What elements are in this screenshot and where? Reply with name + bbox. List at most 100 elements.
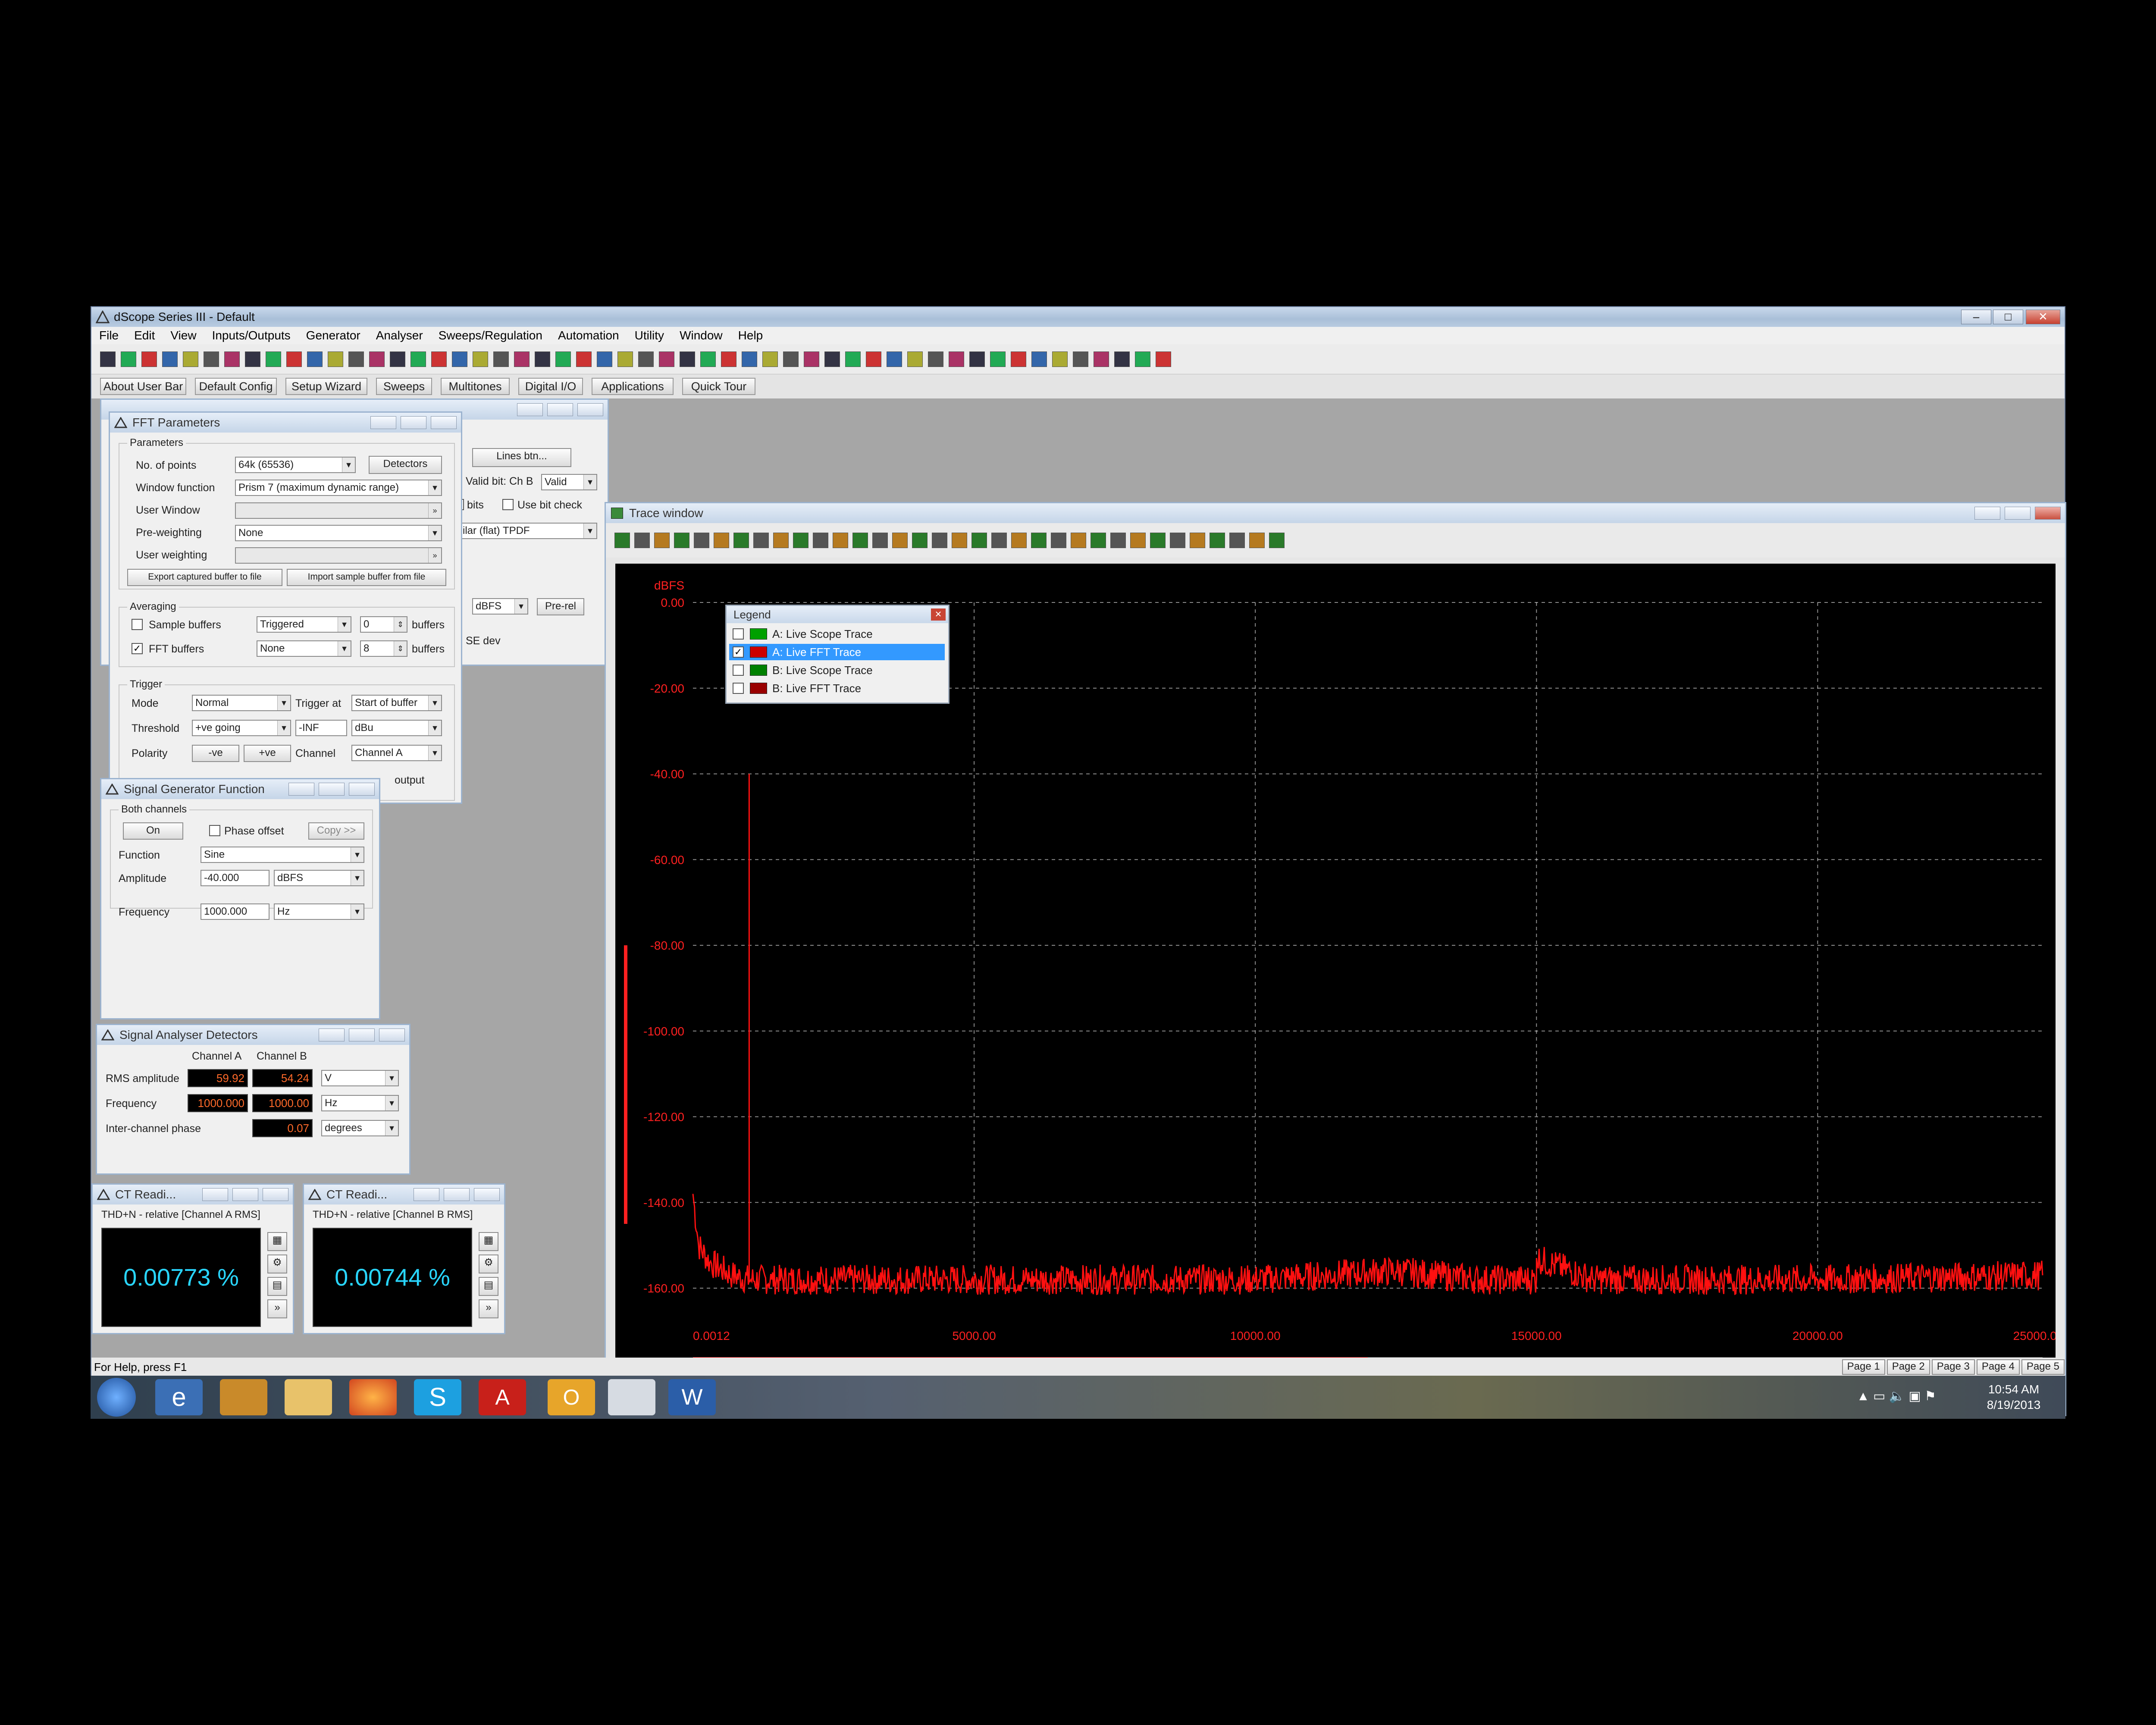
menu-window[interactable]: Window — [672, 327, 730, 344]
toolbar-tool-icon[interactable] — [266, 351, 281, 367]
trace-tool-icon[interactable] — [753, 533, 769, 548]
trace-tool-icon[interactable] — [1150, 533, 1166, 548]
trace-tool-icon[interactable] — [1249, 533, 1265, 548]
toolbar-tool-icon[interactable] — [617, 351, 633, 367]
sample-count-stepper[interactable]: 0 ⇕ — [360, 616, 407, 633]
toolbar-tool-icon[interactable] — [804, 351, 819, 367]
readout-graph-icon[interactable]: ▦ — [479, 1232, 498, 1251]
toolbar-tool-icon[interactable] — [245, 351, 260, 367]
readout-log-icon[interactable]: ▤ — [267, 1277, 287, 1296]
dither-select[interactable]: ilar (flat) TPDF ▼ — [459, 523, 597, 539]
trace-tool-icon[interactable] — [971, 533, 987, 548]
start-button[interactable] — [97, 1378, 136, 1417]
menu-view[interactable]: View — [163, 327, 204, 344]
trace-tool-icon[interactable] — [1091, 533, 1106, 548]
toolbar-tool-icon[interactable] — [762, 351, 778, 367]
close-button[interactable] — [2035, 507, 2061, 520]
toolbar-tool-icon[interactable] — [1135, 351, 1150, 367]
multitones-button[interactable]: Multitones — [441, 378, 510, 395]
clock[interactable]: 10:54 AM 8/19/2013 — [1971, 1382, 2057, 1413]
trace-tool-icon[interactable] — [1190, 533, 1205, 548]
trace-tool-icon[interactable] — [932, 533, 947, 548]
legend-row[interactable]: ✓ A: Live FFT Trace — [729, 644, 945, 660]
phase-offset-checkbox[interactable] — [209, 825, 220, 836]
rms-unit-select[interactable]: V ▼ — [321, 1070, 399, 1086]
trace-tool-icon[interactable] — [1110, 533, 1126, 548]
no-points-select[interactable]: 64k (65536) ▼ — [235, 457, 356, 473]
user-window-field[interactable]: » — [235, 502, 442, 519]
trace-tool-icon[interactable] — [634, 533, 650, 548]
toolbar-tool-icon[interactable] — [162, 351, 178, 367]
trigger-channel-select[interactable]: Channel A ▼ — [351, 745, 442, 761]
toolbar-tool-icon[interactable] — [949, 351, 964, 367]
window-function-select[interactable]: Prism 7 (maximum dynamic range) ▼ — [235, 480, 442, 496]
toolbar-tool-icon[interactable] — [638, 351, 654, 367]
maximize-button[interactable] — [401, 416, 426, 429]
detectors-button[interactable]: Detectors — [369, 456, 442, 474]
toolbar-tool-icon[interactable] — [1031, 351, 1047, 367]
about-user-bar-button[interactable]: About User Bar — [100, 378, 186, 395]
toolbar-tool-icon[interactable] — [1156, 351, 1171, 367]
use-bit-check-checkbox[interactable] — [502, 499, 514, 510]
legend-row[interactable]: A: Live Scope Trace — [729, 626, 945, 642]
trace-tool-icon[interactable] — [694, 533, 709, 548]
close-button[interactable] — [577, 403, 603, 416]
amplitude-unit-select[interactable]: dBFS ▼ — [274, 870, 364, 886]
maximize-button[interactable] — [349, 1029, 375, 1041]
outlook-icon[interactable]: O — [548, 1379, 595, 1415]
dbfs-select[interactable]: dBFS ▼ — [472, 598, 528, 615]
menu-edit[interactable]: Edit — [126, 327, 163, 344]
menu-sweeps[interactable]: Sweeps/Regulation — [431, 327, 550, 344]
minimize-button[interactable] — [319, 1029, 345, 1041]
threshold-unit-select[interactable]: dBu ▼ — [351, 720, 442, 736]
toolbar-tool-icon[interactable] — [204, 351, 219, 367]
lines-button[interactable]: Lines btn... — [472, 448, 571, 467]
legend-checkbox[interactable] — [733, 665, 744, 676]
trace-tool-icon[interactable] — [872, 533, 888, 548]
page-tab-5[interactable]: Page 5 — [2021, 1359, 2065, 1375]
skype-icon[interactable]: S — [414, 1379, 461, 1415]
toolbar-tool-icon[interactable] — [493, 351, 509, 367]
close-button[interactable] — [349, 783, 375, 796]
negative-polarity-button[interactable]: -ve — [192, 745, 239, 762]
trace-tool-icon[interactable] — [952, 533, 967, 548]
trace-tool-icon[interactable] — [892, 533, 908, 548]
toolbar-tool-icon[interactable] — [742, 351, 757, 367]
toolbar-tool-icon[interactable] — [928, 351, 943, 367]
page-tab-3[interactable]: Page 3 — [1931, 1359, 1975, 1375]
toolbar-tool-icon[interactable] — [1052, 351, 1068, 367]
maximize-button[interactable]: □ — [1993, 310, 2023, 324]
menu-file[interactable]: File — [91, 327, 126, 344]
trace-tool-icon[interactable] — [674, 533, 689, 548]
close-button[interactable]: ✕ — [2026, 310, 2060, 324]
toolbar-tool-icon[interactable] — [824, 351, 840, 367]
frequency-detector-unit-select[interactable]: Hz ▼ — [321, 1095, 399, 1111]
page-tab-4[interactable]: Page 4 — [1976, 1359, 2020, 1375]
trace-tool-icon[interactable] — [813, 533, 828, 548]
toolbar-tool-icon[interactable] — [348, 351, 364, 367]
close-button[interactable] — [431, 416, 457, 429]
trace-tool-icon[interactable] — [1269, 533, 1285, 548]
file-explorer-icon[interactable] — [285, 1379, 332, 1415]
menu-inputs-outputs[interactable]: Inputs/Outputs — [204, 327, 298, 344]
applications-button[interactable]: Applications — [592, 378, 674, 395]
threshold-value-field[interactable]: -INF — [295, 720, 347, 736]
readout-expand-icon[interactable]: » — [267, 1299, 287, 1318]
quick-tour-button[interactable]: Quick Tour — [682, 378, 755, 395]
menu-automation[interactable]: Automation — [550, 327, 627, 344]
toolbar-tool-icon[interactable] — [990, 351, 1006, 367]
trace-tool-icon[interactable] — [833, 533, 848, 548]
trace-tool-icon[interactable] — [1011, 533, 1027, 548]
minimize-button[interactable] — [414, 1188, 439, 1201]
readout-graph-icon[interactable]: ▦ — [267, 1232, 287, 1251]
close-button[interactable] — [474, 1188, 500, 1201]
close-icon[interactable]: ✕ — [931, 608, 946, 621]
setup-wizard-button[interactable]: Setup Wizard — [285, 378, 367, 395]
minimize-button[interactable] — [1974, 507, 2000, 520]
readout-expand-icon[interactable]: » — [479, 1299, 498, 1318]
toolbar-tool-icon[interactable] — [286, 351, 302, 367]
trace-tool-icon[interactable] — [852, 533, 868, 548]
trace-tool-icon[interactable] — [912, 533, 928, 548]
minimize-button[interactable] — [517, 403, 543, 416]
positive-polarity-button[interactable]: +ve — [244, 745, 291, 762]
